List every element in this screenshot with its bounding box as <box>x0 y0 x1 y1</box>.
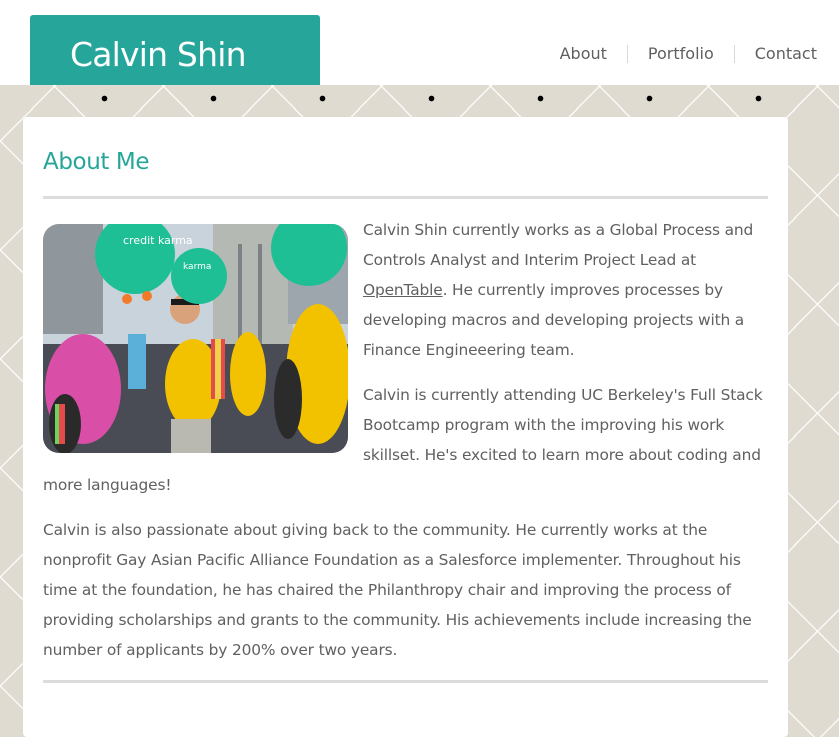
title-divider <box>43 196 768 199</box>
nav-portfolio-link[interactable]: Portfolio <box>648 44 714 63</box>
balloon-label: credit karma <box>123 234 193 247</box>
nav-divider <box>626 44 628 63</box>
navbar: Calvin Shin About Portfolio Contact <box>0 0 839 85</box>
nav-contact-link[interactable]: Contact <box>755 44 817 63</box>
about-text: Calvin Shin currently works as a Global … <box>363 221 754 269</box>
brand-name: Calvin Shin <box>70 35 246 74</box>
nav-divider <box>733 44 735 63</box>
about-paragraph: Calvin is also passionate about giving b… <box>43 521 752 659</box>
profile-photo: credit karma karma <box>43 224 348 453</box>
nav-about-link[interactable]: About <box>560 44 607 63</box>
balloon-label: karma <box>183 262 211 272</box>
about-card: About Me credit karma karma Calvin Shin … <box>23 117 788 737</box>
page-title: About Me <box>43 149 150 175</box>
main-nav: About Portfolio Contact <box>560 44 817 63</box>
opentable-link[interactable]: OpenTable <box>363 281 443 299</box>
brand-logo[interactable]: Calvin Shin <box>30 15 320 85</box>
bottom-divider <box>43 680 768 683</box>
